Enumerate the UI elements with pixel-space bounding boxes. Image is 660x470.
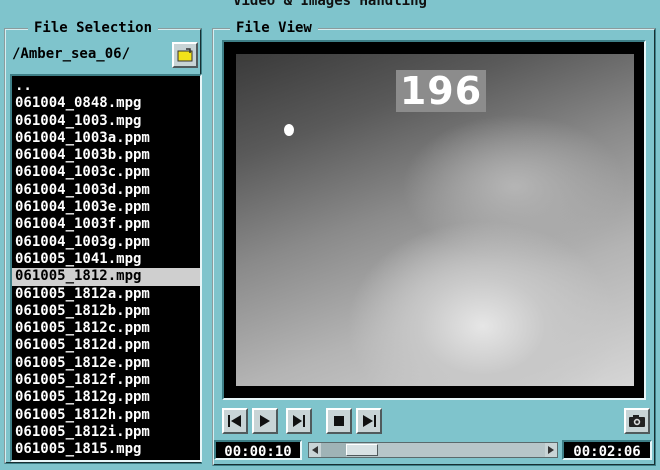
- seek-back-arrow[interactable]: [309, 443, 321, 457]
- file-list-item[interactable]: 061005_1812e.ppm: [12, 355, 200, 372]
- seek-thumb[interactable]: [346, 444, 378, 456]
- light-spot: [284, 124, 294, 136]
- file-list-item[interactable]: 061004_1003b.ppm: [12, 147, 200, 164]
- file-list-item[interactable]: 061004_1003c.ppm: [12, 164, 200, 181]
- file-list-item[interactable]: 061005_1812h.ppm: [12, 407, 200, 424]
- file-list-item[interactable]: 061005_1812f.ppm: [12, 372, 200, 389]
- stop-button[interactable]: [326, 408, 352, 434]
- file-list-item[interactable]: 061005_1812b.ppm: [12, 303, 200, 320]
- skip-to-start-button[interactable]: [222, 408, 248, 434]
- stop-icon: [334, 416, 344, 426]
- file-selection-panel: File Selection /Amber_sea_06/ .. 061004_0…: [4, 19, 202, 464]
- file-view-panel: File View 196 00:00:10 00:02:06: [212, 19, 656, 466]
- file-list-item[interactable]: 061004_1003e.ppm: [12, 199, 200, 216]
- file-selection-label: File Selection: [28, 19, 159, 37]
- video-image: 196: [236, 54, 634, 386]
- arrow-right-icon: [548, 446, 554, 454]
- file-list-item[interactable]: 061004_1003d.ppm: [12, 182, 200, 199]
- step-forward-icon: [293, 415, 305, 427]
- file-list-item[interactable]: 061005_1041.mpg: [12, 251, 200, 268]
- seek-forward-arrow[interactable]: [545, 443, 557, 457]
- file-list-item[interactable]: 061004_1003g.ppm: [12, 234, 200, 251]
- arrow-left-icon: [312, 446, 318, 454]
- current-path: /Amber_sea_06/: [12, 46, 131, 62]
- file-list-item[interactable]: 061004_1003f.ppm: [12, 216, 200, 233]
- seek-progress: [321, 443, 346, 457]
- path-row: /Amber_sea_06/: [10, 42, 198, 70]
- skip-to-end-icon: [363, 415, 376, 427]
- file-list-item[interactable]: 061005_1812a.ppm: [12, 286, 200, 303]
- file-list-item[interactable]: 061005_1812d.ppm: [12, 337, 200, 354]
- frame-counter: 196: [396, 70, 486, 112]
- file-list-item[interactable]: 061005_1812g.ppm: [12, 389, 200, 406]
- open-folder-button[interactable]: [172, 42, 198, 68]
- file-list-item[interactable]: 061004_1003.mpg: [12, 113, 200, 130]
- total-time: 00:02:06: [562, 440, 652, 460]
- folder-icon: [177, 48, 193, 62]
- video-frame: 196: [222, 40, 646, 400]
- skip-to-start-icon: [228, 415, 241, 427]
- file-list-item[interactable]: 061004_1003a.ppm: [12, 130, 200, 147]
- file-list-item[interactable]: 061005_1812.mpg: [12, 268, 200, 286]
- seek-bar[interactable]: [308, 442, 558, 458]
- file-list-item[interactable]: 061005_1815.mpg: [12, 441, 200, 458]
- file-view-label: File View: [230, 19, 318, 37]
- skip-to-end-button[interactable]: [356, 408, 382, 434]
- snapshot-button[interactable]: [624, 408, 650, 434]
- file-list-item[interactable]: 061005_1812c.ppm: [12, 320, 200, 337]
- current-time: 00:00:10: [214, 440, 302, 460]
- camera-icon: [629, 415, 645, 427]
- play-button[interactable]: [252, 408, 278, 434]
- window-title: Video & Images Handling: [233, 0, 427, 9]
- file-list-item[interactable]: 061004_0848.mpg: [12, 95, 200, 112]
- file-list-item[interactable]: 061005_1812i.ppm: [12, 424, 200, 441]
- file-list-item[interactable]: ..: [12, 78, 200, 95]
- step-forward-button[interactable]: [286, 408, 312, 434]
- file-list[interactable]: .. 061004_0848.mpg 061004_1003.mpg 061004_1…: [10, 74, 202, 462]
- play-icon: [260, 415, 270, 427]
